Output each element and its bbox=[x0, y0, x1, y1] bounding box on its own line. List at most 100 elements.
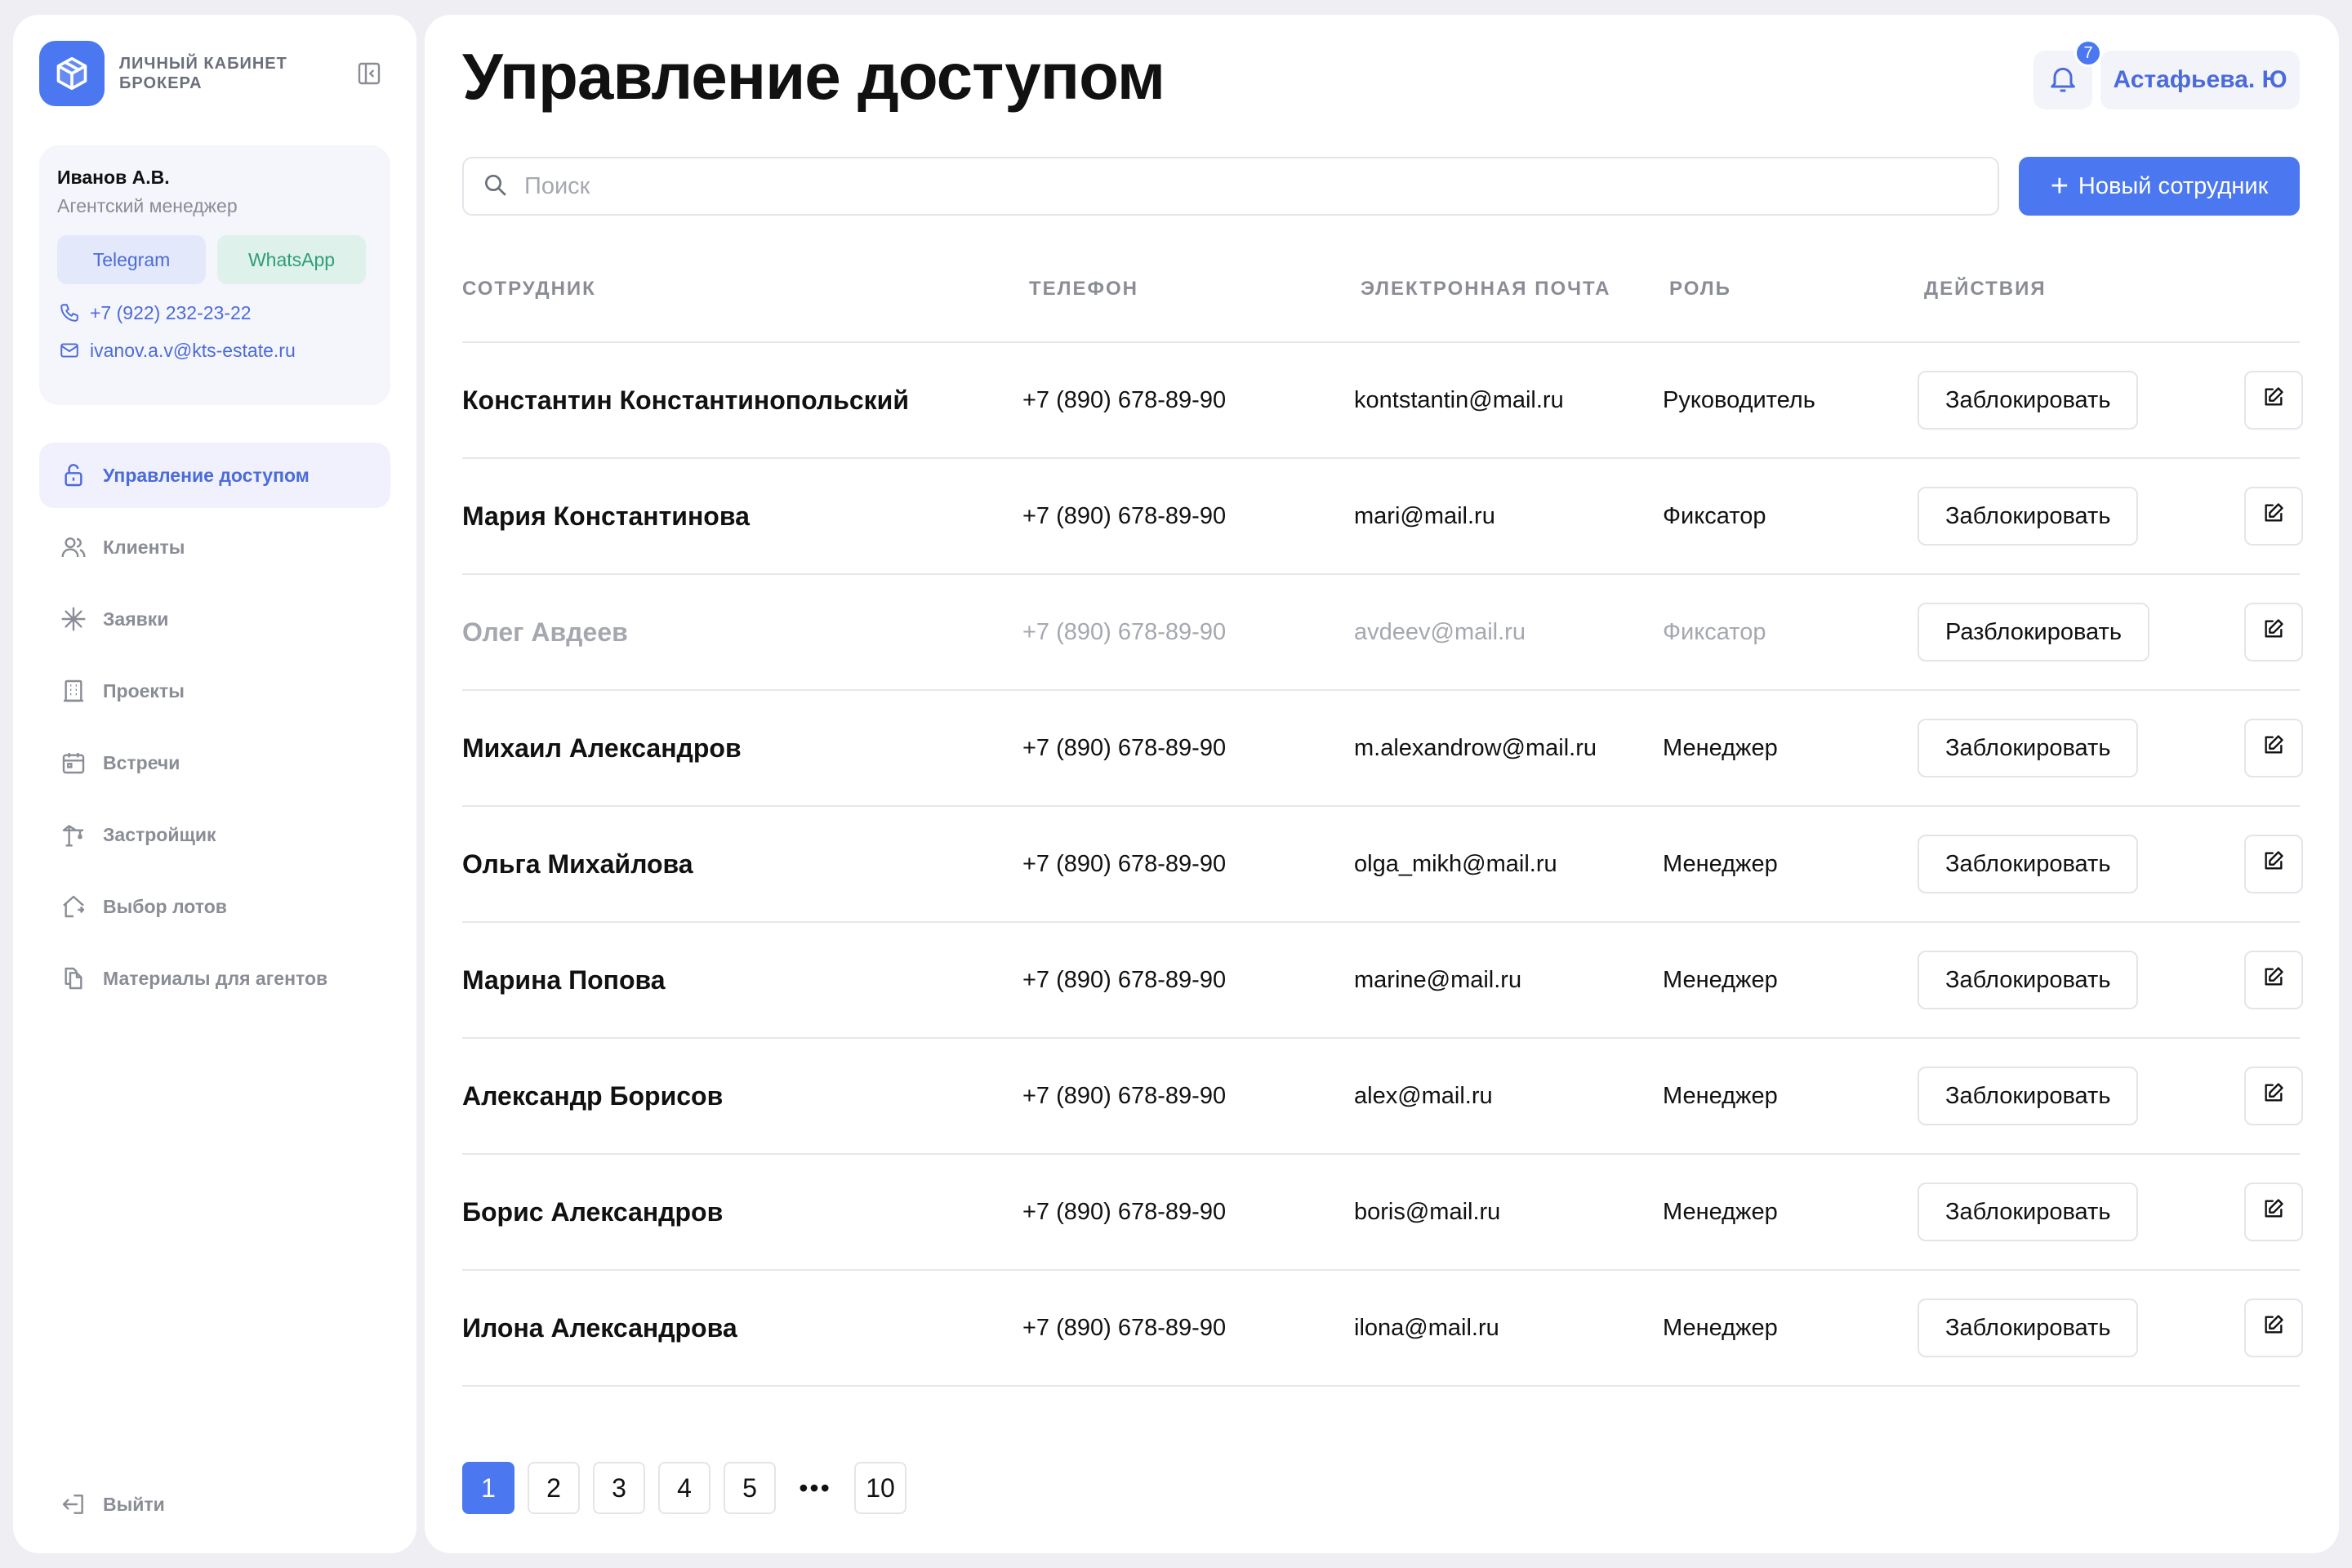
sidebar-item-access[interactable]: Управление доступом bbox=[39, 443, 390, 508]
page-button-3[interactable]: 3 bbox=[593, 1462, 645, 1514]
table-row: Константин Константинопольский +7 (890) … bbox=[462, 343, 2303, 459]
block-button[interactable]: Заблокировать bbox=[1918, 487, 2139, 546]
employee-name: Борис Александров bbox=[462, 1196, 724, 1227]
employee-role: Руководитель bbox=[1663, 386, 1815, 413]
sidebar-item-clients[interactable]: Клиенты bbox=[39, 514, 390, 580]
edit-icon bbox=[2262, 1081, 2285, 1111]
employee-name: Марина Попова bbox=[462, 964, 666, 995]
new-employee-label: Новый сотрудник bbox=[2078, 172, 2269, 199]
employee-role: Менеджер bbox=[1663, 850, 1778, 877]
page-button-10[interactable]: 10 bbox=[854, 1462, 906, 1514]
edit-icon bbox=[2262, 385, 2285, 415]
logout-button[interactable]: Выйти bbox=[59, 1490, 165, 1519]
employee-phone: +7 (890) 678-89-90 bbox=[1022, 386, 1227, 413]
column-header-actions: Действия bbox=[1924, 278, 2047, 300]
column-header-phone: Телефон bbox=[1029, 278, 1138, 300]
collapse-sidebar-icon[interactable] bbox=[353, 57, 385, 90]
sidebar-item-label: Выбор лотов bbox=[103, 895, 227, 917]
edit-button[interactable] bbox=[2244, 1298, 2303, 1357]
unblock-button[interactable]: Разблокировать bbox=[1918, 603, 2149, 662]
table-row: Михаил Александров +7 (890) 678-89-90 m.… bbox=[462, 691, 2303, 807]
employee-phone: +7 (890) 678-89-90 bbox=[1022, 618, 1227, 645]
sidebar-item-lots[interactable]: Выбор лотов bbox=[39, 874, 390, 939]
new-employee-button[interactable]: + Новый сотрудник bbox=[2019, 157, 2300, 216]
edit-button[interactable] bbox=[2244, 603, 2303, 662]
main-panel: Управление доступом 7 Астафьева. Ю + Нов… bbox=[425, 15, 2339, 1553]
search-input[interactable] bbox=[523, 172, 1914, 201]
employee-phone: +7 (890) 678-89-90 bbox=[1022, 734, 1227, 761]
edit-icon bbox=[2262, 965, 2285, 995]
users-icon bbox=[59, 532, 88, 562]
notifications-badge: 7 bbox=[2074, 39, 2102, 67]
manager-email-link[interactable]: ivanov.a.v@kts-estate.ru bbox=[57, 338, 372, 363]
edit-button[interactable] bbox=[2244, 951, 2303, 1009]
pagination: 1 2 3 4 5 ••• 10 bbox=[462, 1462, 920, 1514]
block-button[interactable]: Заблокировать bbox=[1918, 1298, 2139, 1357]
sidebar-item-label: Застройщик bbox=[103, 823, 216, 845]
sidebar-item-projects[interactable]: Проекты bbox=[39, 658, 390, 724]
calendar-icon bbox=[59, 748, 88, 777]
manager-role: Агентский менеджер bbox=[57, 195, 238, 216]
block-button[interactable]: Заблокировать bbox=[1918, 1067, 2139, 1125]
employee-name: Константин Константинопольский bbox=[462, 385, 910, 415]
table-row: Борис Александров +7 (890) 678-89-90 bor… bbox=[462, 1155, 2303, 1271]
sidebar-item-developer[interactable]: Застройщик bbox=[39, 802, 390, 867]
block-button[interactable]: Заблокировать bbox=[1918, 719, 2139, 777]
column-header-email: Электронная почта bbox=[1361, 278, 1611, 300]
edit-button[interactable] bbox=[2244, 487, 2303, 546]
block-button[interactable]: Заблокировать bbox=[1918, 1183, 2139, 1241]
employee-role: Менеджер bbox=[1663, 966, 1778, 993]
edit-icon bbox=[2262, 501, 2285, 531]
employee-name: Илона Александрова bbox=[462, 1312, 737, 1343]
employee-email: m.alexandrow@mail.ru bbox=[1354, 734, 1597, 761]
page-button-2[interactable]: 2 bbox=[528, 1462, 580, 1514]
sidebar-nav: Управление доступом Клиенты Заявки Проек… bbox=[39, 443, 390, 1018]
pagination-ellipsis: ••• bbox=[799, 1472, 831, 1503]
sidebar-item-materials[interactable]: Материалы для агентов bbox=[39, 946, 390, 1011]
manager-phone-link[interactable]: +7 (922) 232-23-22 bbox=[57, 301, 372, 325]
employees-table: Константин Константинопольский +7 (890) … bbox=[462, 343, 2303, 1387]
table-row: Мария Константинова +7 (890) 678-89-90 m… bbox=[462, 459, 2303, 575]
block-button[interactable]: Заблокировать bbox=[1918, 835, 2139, 893]
logout-label: Выйти bbox=[103, 1493, 165, 1515]
edit-button[interactable] bbox=[2244, 1183, 2303, 1241]
edit-button[interactable] bbox=[2244, 835, 2303, 893]
employee-role: Фиксатор bbox=[1663, 502, 1766, 529]
telegram-button[interactable]: Telegram bbox=[57, 235, 206, 284]
sidebar-item-label: Проекты bbox=[103, 679, 185, 702]
edit-button[interactable] bbox=[2244, 719, 2303, 777]
sidebar-item-meetings[interactable]: Встречи bbox=[39, 730, 390, 795]
edit-button[interactable] bbox=[2244, 371, 2303, 430]
employee-name: Ольга Михайлова bbox=[462, 849, 693, 879]
edit-icon bbox=[2262, 617, 2285, 647]
page-button-5[interactable]: 5 bbox=[724, 1462, 776, 1514]
page-button-1[interactable]: 1 bbox=[462, 1462, 514, 1514]
manager-card: Иванов А.В. Агентский менеджер Telegram … bbox=[39, 145, 390, 405]
mail-icon bbox=[57, 338, 82, 363]
brand[interactable]: Личный кабинет брокера bbox=[39, 41, 299, 106]
column-header-role: Роль bbox=[1669, 278, 1731, 300]
page-title: Управление доступом bbox=[462, 40, 1165, 113]
page-button-4[interactable]: 4 bbox=[658, 1462, 710, 1514]
whatsapp-button[interactable]: WhatsApp bbox=[217, 235, 366, 284]
crane-icon bbox=[59, 820, 88, 849]
logout-icon bbox=[59, 1490, 88, 1519]
employee-phone: +7 (890) 678-89-90 bbox=[1022, 966, 1227, 993]
edit-icon bbox=[2262, 1197, 2285, 1227]
asterisk-icon bbox=[59, 604, 88, 634]
sidebar-item-label: Клиенты bbox=[103, 536, 185, 558]
employee-phone: +7 (890) 678-89-90 bbox=[1022, 1314, 1227, 1341]
user-menu-button[interactable]: Астафьева. Ю bbox=[2100, 51, 2300, 109]
block-button[interactable]: Заблокировать bbox=[1918, 951, 2139, 1009]
employee-email: kontstantin@mail.ru bbox=[1354, 386, 1564, 413]
employee-phone: +7 (890) 678-89-90 bbox=[1022, 850, 1227, 877]
sidebar-item-requests[interactable]: Заявки bbox=[39, 586, 390, 652]
employee-email: ilona@mail.ru bbox=[1354, 1314, 1499, 1341]
block-button[interactable]: Заблокировать bbox=[1918, 371, 2139, 430]
edit-button[interactable] bbox=[2244, 1067, 2303, 1125]
brand-title: Личный кабинет брокера bbox=[119, 55, 287, 92]
table-row: Марина Попова +7 (890) 678-89-90 marine@… bbox=[462, 923, 2303, 1039]
phone-icon bbox=[57, 301, 82, 325]
employee-role: Менеджер bbox=[1663, 734, 1778, 761]
manager-name: Иванов А.В. bbox=[57, 167, 170, 188]
